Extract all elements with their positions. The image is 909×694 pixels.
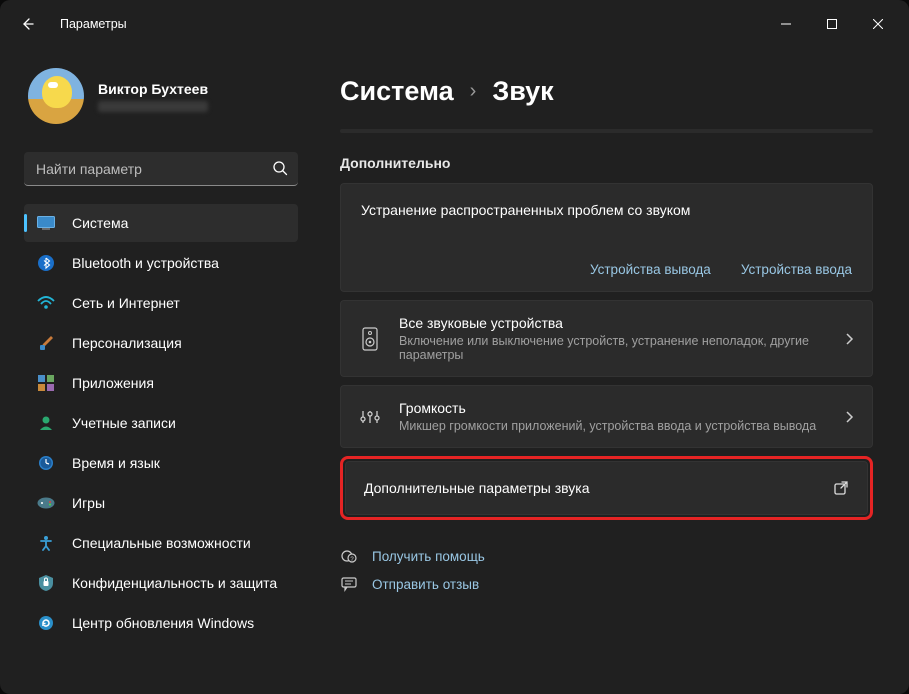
accessibility-icon	[36, 533, 56, 553]
apps-icon	[36, 373, 56, 393]
update-icon	[36, 613, 56, 633]
search-input[interactable]	[24, 152, 298, 186]
section-label-additional: Дополнительно	[340, 155, 873, 171]
sidebar-item-accessibility[interactable]: Специальные возможности	[24, 524, 298, 562]
back-button[interactable]	[12, 8, 44, 40]
profile-name: Виктор Бухтеев	[98, 81, 208, 97]
row-desc: Микшер громкости приложений, устройства …	[399, 419, 844, 433]
avatar	[28, 68, 84, 124]
window-title: Параметры	[60, 17, 127, 31]
sidebar-item-gaming[interactable]: Игры	[24, 484, 298, 522]
get-help-link[interactable]: ? Получить помощь	[340, 542, 873, 570]
help-icon: ?	[340, 548, 358, 564]
feedback-icon	[340, 576, 358, 592]
main-content: Система › Звук Дополнительно Устранение …	[310, 48, 909, 694]
minimize-button[interactable]	[763, 8, 809, 40]
breadcrumb-sound: Звук	[492, 76, 553, 107]
sidebar-item-label: Игры	[72, 495, 105, 511]
gamepad-icon	[36, 493, 56, 513]
sidebar-item-label: Время и язык	[72, 455, 160, 471]
sidebar-item-apps[interactable]: Приложения	[24, 364, 298, 402]
bluetooth-icon	[36, 253, 56, 273]
open-external-icon	[833, 480, 849, 496]
sidebar-item-personalization[interactable]: Персонализация	[24, 324, 298, 362]
sidebar-item-label: Учетные записи	[72, 415, 176, 431]
speaker-icon	[359, 327, 381, 351]
sidebar-item-label: Конфиденциальность и защита	[72, 575, 277, 591]
troubleshoot-input-link[interactable]: Устройства ввода	[741, 262, 852, 277]
sidebar-item-label: Центр обновления Windows	[72, 615, 254, 631]
sidebar-item-label: Bluetooth и устройства	[72, 255, 219, 271]
arrow-left-icon	[20, 16, 36, 32]
settings-window: Параметры Виктор Бухтеев	[0, 0, 909, 694]
sidebar-item-update[interactable]: Центр обновления Windows	[24, 604, 298, 642]
window-controls	[763, 8, 901, 40]
link-label: Получить помощь	[372, 549, 485, 564]
sidebar-item-bluetooth[interactable]: Bluetooth и устройства	[24, 244, 298, 282]
row-title: Все звуковые устройства	[399, 315, 844, 331]
sidebar-item-system[interactable]: Система	[24, 204, 298, 242]
more-sound-settings-row[interactable]: Дополнительные параметры звука	[345, 461, 868, 515]
troubleshoot-card: Устранение распространенных проблем со з…	[340, 183, 873, 292]
row-title: Громкость	[399, 400, 844, 416]
sidebar-item-network[interactable]: Сеть и Интернет	[24, 284, 298, 322]
row-desc: Включение или выключение устройств, устр…	[399, 334, 844, 362]
brush-icon	[36, 333, 56, 353]
profile-email-redacted	[98, 101, 208, 112]
footer-links: ? Получить помощь Отправить отзыв	[340, 542, 873, 598]
wifi-icon	[36, 293, 56, 313]
system-icon	[36, 213, 56, 233]
all-sound-devices-row[interactable]: Все звуковые устройства Включение или вы…	[340, 300, 873, 377]
nav-list: Система Bluetooth и устройства Сеть и Ин…	[24, 204, 298, 642]
feedback-link[interactable]: Отправить отзыв	[340, 570, 873, 598]
sidebar-item-label: Приложения	[72, 375, 154, 391]
highlight-frame: Дополнительные параметры звука	[340, 456, 873, 520]
person-icon	[36, 413, 56, 433]
link-label: Отправить отзыв	[372, 577, 479, 592]
divider-bar	[340, 129, 873, 133]
troubleshoot-title: Устранение распространенных проблем со з…	[361, 202, 852, 218]
shield-icon	[36, 573, 56, 593]
search-icon	[272, 160, 288, 176]
troubleshoot-output-link[interactable]: Устройства вывода	[590, 262, 711, 277]
breadcrumb-system[interactable]: Система	[340, 76, 454, 107]
search-box[interactable]	[24, 152, 298, 186]
volume-mixer-row[interactable]: Громкость Микшер громкости приложений, у…	[340, 385, 873, 448]
maximize-button[interactable]	[809, 8, 855, 40]
chevron-right-icon: ›	[470, 80, 477, 103]
close-button[interactable]	[855, 8, 901, 40]
sidebar-item-label: Система	[72, 215, 128, 231]
chevron-right-icon	[844, 410, 854, 424]
row-title: Дополнительные параметры звука	[364, 480, 833, 496]
sidebar-item-privacy[interactable]: Конфиденциальность и защита	[24, 564, 298, 602]
titlebar: Параметры	[0, 0, 909, 48]
chevron-right-icon	[844, 332, 854, 346]
sidebar-item-label: Специальные возможности	[72, 535, 251, 551]
clock-icon	[36, 453, 56, 473]
sidebar-item-label: Сеть и Интернет	[72, 295, 180, 311]
sidebar: Виктор Бухтеев Система Bluetooth и устро…	[0, 48, 310, 694]
profile-block[interactable]: Виктор Бухтеев	[24, 58, 298, 142]
breadcrumb: Система › Звук	[340, 76, 873, 107]
mixer-icon	[359, 409, 381, 425]
sidebar-item-time[interactable]: Время и язык	[24, 444, 298, 482]
sidebar-item-label: Персонализация	[72, 335, 182, 351]
sidebar-item-accounts[interactable]: Учетные записи	[24, 404, 298, 442]
